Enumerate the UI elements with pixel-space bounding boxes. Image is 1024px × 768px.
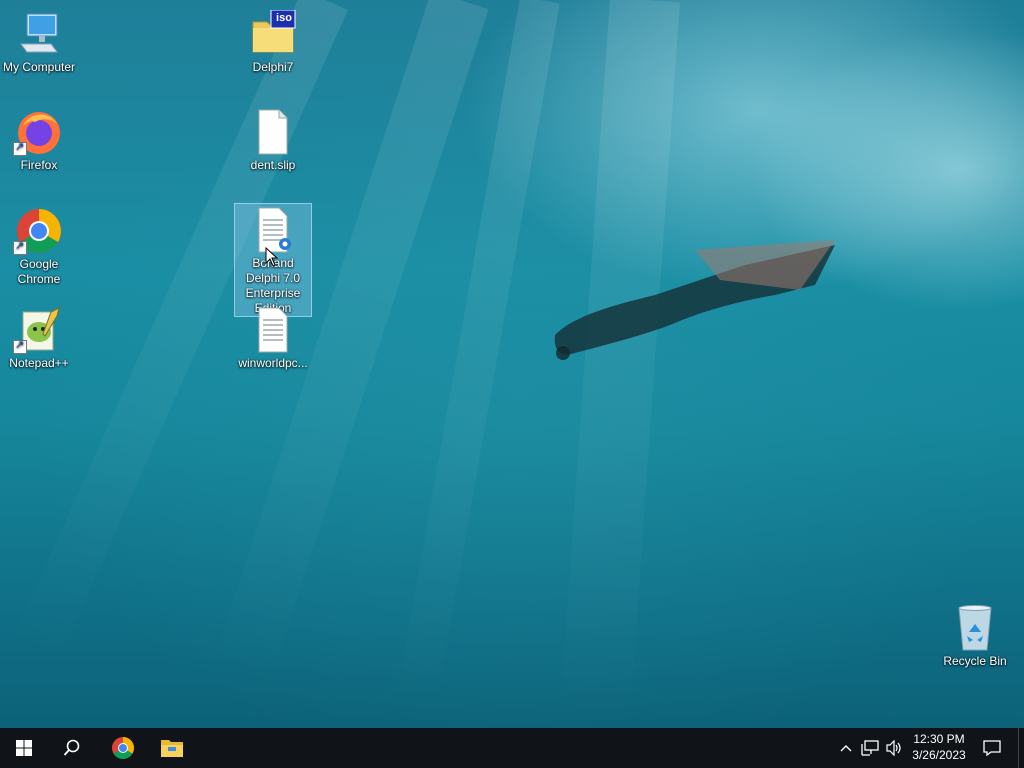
firefox-icon	[13, 108, 63, 156]
desktop-icon-label: Firefox	[20, 158, 58, 172]
recycle-bin-icon	[951, 604, 999, 652]
desktop-icon-label: Delphi7	[252, 60, 294, 74]
tray-clock[interactable]: 12:30 PM 3/26/2023	[906, 731, 972, 763]
desktop-icon-label: My Computer	[2, 60, 76, 74]
desktop-icon-winworldpc[interactable]: winworldpc...	[234, 304, 312, 371]
search-button[interactable]	[48, 728, 96, 768]
shortcut-arrow-icon	[13, 239, 27, 255]
chrome-icon	[13, 207, 63, 255]
text-document-icon	[249, 306, 297, 354]
taskbar-chrome-button[interactable]	[99, 728, 147, 768]
speaker-icon	[886, 740, 901, 756]
desktop-icon-delphi7[interactable]: iso Delphi7	[234, 8, 312, 75]
desktop-icon-google-chrome[interactable]: Google Chrome	[0, 205, 78, 287]
notepadpp-icon	[13, 306, 63, 354]
taskbar-file-explorer-button[interactable]	[148, 728, 196, 768]
network-button[interactable]	[858, 728, 882, 768]
desktop-icon-my-computer[interactable]: My Computer	[0, 8, 78, 75]
notification-icon	[983, 740, 1001, 756]
show-desktop-button[interactable]	[1018, 728, 1024, 768]
chevron-up-icon	[840, 745, 852, 752]
windows-start-icon	[16, 740, 32, 756]
desktop-icon-firefox[interactable]: Firefox	[0, 106, 78, 173]
search-icon	[63, 739, 80, 756]
desktop-icon-label: winworldpc...	[238, 356, 308, 370]
clock-date: 3/26/2023	[912, 748, 966, 762]
mouse-cursor-icon	[265, 247, 279, 267]
desktop-icon-label: Notepad++	[9, 356, 69, 370]
desktop-icon-recycle-bin[interactable]: Recycle Bin	[936, 602, 1014, 669]
desktop-icon-notepadpp[interactable]: Notepad++	[0, 304, 78, 371]
chrome-icon	[112, 737, 134, 759]
wallpaper-diver	[554, 240, 835, 360]
desktop-icon-label: dent.slip	[250, 158, 296, 172]
clock-time: 12:30 PM	[913, 732, 965, 746]
desktop-icon-label: Google Chrome	[17, 257, 61, 286]
computer-icon	[15, 10, 63, 58]
iso-badge: iso	[276, 12, 292, 24]
volume-button[interactable]	[882, 728, 906, 768]
shortcut-arrow-icon	[13, 140, 27, 156]
tray-overflow-button[interactable]	[834, 728, 858, 768]
file-icon	[249, 108, 297, 156]
taskbar: 12:30 PM 3/26/2023	[0, 728, 1024, 768]
desktop-icon-label: Recycle Bin	[943, 654, 1007, 668]
network-icon	[861, 740, 879, 756]
desktop-icon-dent-slip[interactable]: dent.slip	[234, 106, 312, 173]
shortcut-arrow-icon	[13, 338, 27, 354]
action-center-button[interactable]	[976, 728, 1008, 768]
file-explorer-icon	[161, 740, 183, 757]
start-button[interactable]	[0, 728, 48, 768]
iso-folder-icon: iso	[249, 9, 297, 58]
